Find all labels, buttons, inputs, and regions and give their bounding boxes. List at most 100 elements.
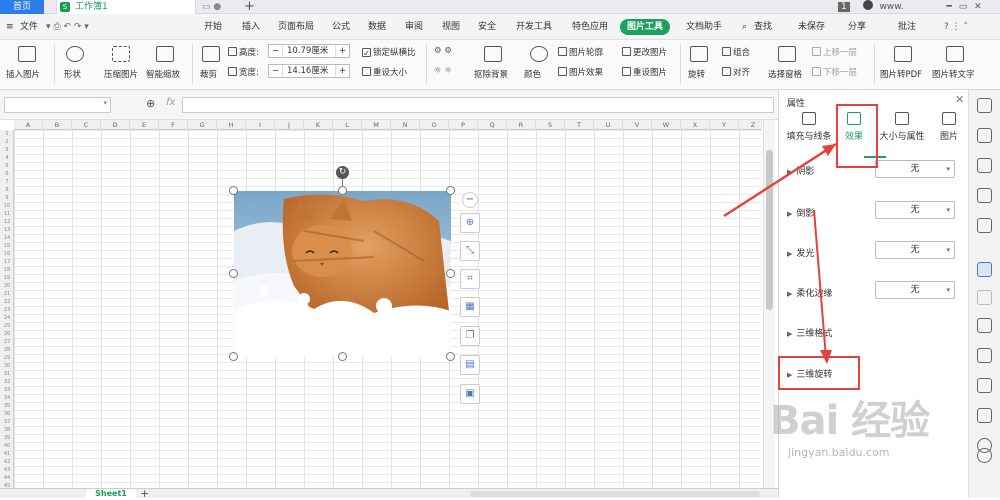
crop-button[interactable]: 裁剪 [200, 68, 217, 80]
smart-zoom-button[interactable]: 智能缩放 [146, 68, 180, 80]
resize-handle[interactable] [229, 186, 238, 195]
row-header[interactable]: 15 [0, 242, 13, 250]
column-header[interactable]: R [507, 120, 536, 130]
column-header[interactable]: C [72, 120, 101, 130]
change-picture-button[interactable]: 更改图片 [622, 46, 667, 58]
column-header[interactable]: M [362, 120, 391, 130]
window-controls[interactable]: ━ ▭ ✕ [946, 2, 983, 12]
column-header[interactable]: B [43, 120, 72, 130]
comment-icon[interactable] [977, 378, 992, 393]
row-header[interactable]: 27 [0, 338, 13, 346]
row-header[interactable]: 35 [0, 402, 13, 410]
row-header[interactable]: 18 [0, 266, 13, 274]
row-header[interactable]: 14 [0, 234, 13, 242]
lock-ratio-checkbox[interactable]: ✓ 锁定纵横比 [362, 46, 416, 59]
column-header[interactable]: Q [478, 120, 507, 130]
column-header[interactable]: L [333, 120, 362, 130]
column-header[interactable]: U [594, 120, 623, 130]
shadow-section[interactable]: ▶ 阴影 [787, 164, 814, 177]
rotate-icon[interactable] [690, 46, 708, 62]
bring-forward-button[interactable]: 上移一层 [812, 46, 857, 58]
column-header[interactable]: W [652, 120, 681, 130]
menu-tab-formula[interactable]: 公式 [332, 19, 350, 35]
column-header[interactable]: X [681, 120, 710, 130]
crop-float-icon[interactable]: ⌗ [460, 269, 480, 289]
row-header[interactable]: 4 [0, 154, 13, 162]
resize-handle[interactable] [446, 352, 455, 361]
column-header[interactable]: G [188, 120, 217, 130]
reflection-section[interactable]: ▶ 倒影 [787, 206, 814, 219]
chart-icon[interactable] [977, 218, 992, 233]
to-pdf-icon[interactable] [894, 46, 912, 62]
group-button[interactable]: 组合 [722, 46, 750, 58]
resize-handle[interactable] [338, 186, 347, 195]
selection-pane-button[interactable]: 选择窗格 [768, 68, 802, 80]
row-header[interactable]: 11 [0, 210, 13, 218]
soft-edges-section[interactable]: ▶ 柔化边缘 [787, 286, 832, 299]
row-header[interactable]: 30 [0, 362, 13, 370]
selected-image-cat[interactable] [234, 191, 451, 357]
row-header[interactable]: 44 [0, 474, 13, 482]
name-box[interactable]: ▾ [4, 97, 111, 113]
to-text-icon[interactable] [946, 46, 964, 62]
collapse-icon[interactable]: − [462, 192, 478, 208]
row-header[interactable]: 7 [0, 178, 13, 186]
unsaved-button[interactable]: 未保存 [798, 19, 825, 35]
tools-icon[interactable] [977, 408, 992, 423]
insert-picture-button[interactable]: 插入图片 [6, 68, 40, 80]
row-header[interactable]: 1 [0, 130, 13, 138]
glow-dropdown[interactable]: 无 ▾ [875, 241, 955, 259]
avatar[interactable] [862, 0, 873, 10]
menu-tab-picture-tools[interactable]: 图片工具 [620, 19, 671, 35]
tab-status-icons[interactable]: ▭ ● [202, 0, 221, 14]
row-header[interactable]: 32 [0, 378, 13, 386]
row-header[interactable]: 43 [0, 466, 13, 474]
adjust-icons[interactable]: ⚙ ⚙ [434, 46, 452, 56]
reflection-dropdown[interactable]: 无 ▾ [875, 201, 955, 219]
shape-button[interactable]: 形状 [64, 68, 81, 80]
row-header[interactable]: 9 [0, 194, 13, 202]
column-header[interactable]: N [391, 120, 420, 130]
column-header[interactable]: F [159, 120, 188, 130]
horizontal-scrollbar[interactable] [470, 491, 760, 497]
menu-file[interactable]: 文件 [20, 19, 38, 35]
insert-picture-icon[interactable] [18, 46, 36, 62]
compress-icon[interactable] [112, 46, 130, 62]
column-header[interactable]: S [536, 120, 565, 130]
quick-access-icons[interactable]: ▾ ⎙ ↶ ↷ ▾ [46, 19, 89, 35]
cutout-background-button[interactable]: 抠除背景 [474, 68, 508, 80]
style-icon[interactable] [977, 188, 992, 203]
reset-size-button[interactable]: 重设大小 [362, 66, 407, 78]
menu-tab-developer[interactable]: 开发工具 [516, 19, 552, 35]
row-header[interactable]: 38 [0, 426, 13, 434]
row-header[interactable]: 21 [0, 290, 13, 298]
height-decrement[interactable]: − [269, 45, 283, 57]
width-stepper[interactable]: − 14.16厘米 + [268, 64, 350, 78]
zoom-picture-icon[interactable]: ⊕ [460, 213, 480, 233]
row-header[interactable]: 10 [0, 202, 13, 210]
resize-handle[interactable] [446, 186, 455, 195]
row-header[interactable]: 6 [0, 170, 13, 178]
column-header[interactable]: J [275, 120, 304, 130]
row-header[interactable]: 12 [0, 218, 13, 226]
window-count-badge[interactable]: 1 [838, 2, 850, 12]
row-header[interactable]: 19 [0, 274, 13, 282]
row-header[interactable]: 5 [0, 162, 13, 170]
document-tab[interactable]: 工作簿1 [56, 0, 196, 14]
formula-input[interactable] [182, 97, 774, 113]
brightness-icons[interactable]: ☼ ☼ [434, 66, 452, 76]
glow-section[interactable]: ▶ 发光 [787, 246, 814, 259]
color-button[interactable]: 颜色 [524, 68, 541, 80]
resize-handle[interactable] [229, 352, 238, 361]
backup-icon[interactable] [977, 348, 992, 363]
width-value[interactable]: 14.16厘米 [287, 65, 328, 77]
picture-effect-button[interactable]: 图片效果 [558, 66, 603, 78]
cutout-float-icon[interactable]: ⤡ [460, 241, 480, 261]
align-button[interactable]: 对齐 [722, 66, 750, 78]
user-name[interactable]: www. [879, 2, 903, 12]
compress-picture-button[interactable]: 压缩图片 [104, 68, 138, 80]
menu-tab-review[interactable]: 审阅 [405, 19, 423, 35]
resize-handle[interactable] [338, 352, 347, 361]
column-header[interactable]: O [420, 120, 449, 130]
help-circle-icon[interactable] [977, 448, 992, 463]
